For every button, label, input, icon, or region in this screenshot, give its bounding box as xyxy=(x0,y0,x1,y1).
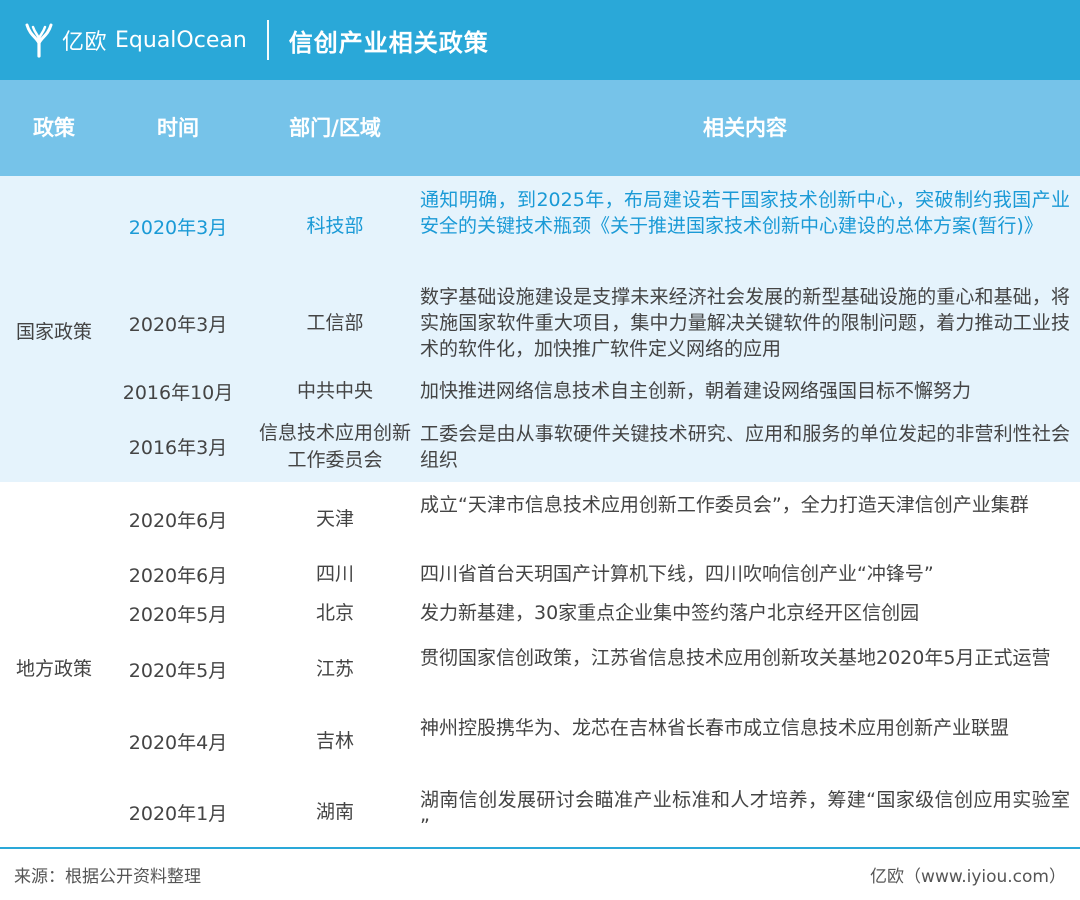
table-row-time: 2020年3月 xyxy=(128,314,228,336)
equalocean-logo-icon xyxy=(24,21,54,59)
credit-note: 亿欧（www.iyiou.com） xyxy=(870,867,1066,887)
table-row-dept: 湖南 xyxy=(315,801,354,823)
table-row-dept: 工信部 xyxy=(306,312,364,334)
column-header-content: 相关内容 xyxy=(703,116,787,140)
table-row-content: 通知明确，到2025年，布局建设若干国家技术创新中心，突破制约我国产业安全的关键… xyxy=(420,189,1070,237)
table-row-content: 加快推进网络信息技术自主创新，朝着建设网络强国目标不懈努力 xyxy=(420,380,972,402)
table-row-dept: 四川 xyxy=(315,563,354,585)
header-divider xyxy=(266,20,269,60)
footer-divider xyxy=(0,847,1080,849)
table-row-content: 工委会是由从事软硬件关键技术研究、应用和服务的单位发起的非营利性社会组织 xyxy=(420,423,1070,471)
logo: 亿欧 EqualOcean xyxy=(24,21,247,59)
table-row-content: 贯彻国家信创政策，江苏省信息技术应用创新攻关基地2020年5月正式运营 xyxy=(420,647,1051,669)
source-note: 来源：根据公开资料整理 xyxy=(14,867,201,887)
table-row-time: 2020年1月 xyxy=(128,803,228,825)
table-row-time: 2016年3月 xyxy=(128,437,228,459)
header-bar: 亿欧 EqualOcean 信创产业相关政策 xyxy=(0,0,1080,80)
table-row-time: 2016年10月 xyxy=(122,382,234,404)
table-row-content: 成立“天津市信息技术应用创新工作委员会”，全力打造天津信创产业集群 xyxy=(420,494,1029,516)
table-row-content: 发力新基建，30家重点企业集中签约落户北京经开区信创园 xyxy=(420,602,920,624)
table-row-time: 2020年5月 xyxy=(128,604,228,626)
page-title: 信创产业相关政策 xyxy=(288,28,489,57)
table-row-content: 神州控股携华为、龙芯在吉林省长春市成立信息技术应用创新产业联盟 xyxy=(420,717,1010,739)
table-row-dept: 科技部 xyxy=(306,215,364,237)
table-row-dept: 天津 xyxy=(315,508,354,530)
table-row-time: 2020年6月 xyxy=(128,565,228,587)
table-row-time: 2020年4月 xyxy=(128,732,228,754)
table-row-time: 2020年3月 xyxy=(128,217,228,239)
table-row-time: 2020年6月 xyxy=(128,510,228,532)
group-label-national: 国家政策 xyxy=(15,321,92,343)
table-row-dept: 吉林 xyxy=(315,730,354,752)
table-row-content: 四川省首台天玥国产计算机下线，四川吹响信创产业“冲锋号” xyxy=(420,563,934,585)
group-label-local: 地方政策 xyxy=(15,658,92,680)
table-row-dept: 中共中央 xyxy=(296,380,373,402)
table-row-content: 数字基础设施建设是支撑未来经济社会发展的新型基础设施的重心和基础，将实施国家软件… xyxy=(420,286,1070,360)
table-row-dept: 北京 xyxy=(315,602,354,624)
logo-cn-text: 亿欧 xyxy=(62,30,108,55)
table-header: 政策 时间 部门/区域 相关内容 xyxy=(0,80,1080,176)
column-header-policy: 政策 xyxy=(33,116,75,140)
logo-en-text: EqualOcean xyxy=(115,27,247,53)
table-row-content: 湖南信创发展研讨会瞄准产业标准和人才培养，筹建“国家级信创应用实验室 ” xyxy=(420,789,1070,837)
column-header-time: 时间 xyxy=(157,116,199,140)
table-row-dept: 江苏 xyxy=(315,658,354,680)
table-row-time: 2020年5月 xyxy=(128,660,228,682)
table-row-dept: 信息技术应用创新工作委员会 xyxy=(258,422,411,471)
column-header-dept: 部门/区域 xyxy=(289,116,381,140)
